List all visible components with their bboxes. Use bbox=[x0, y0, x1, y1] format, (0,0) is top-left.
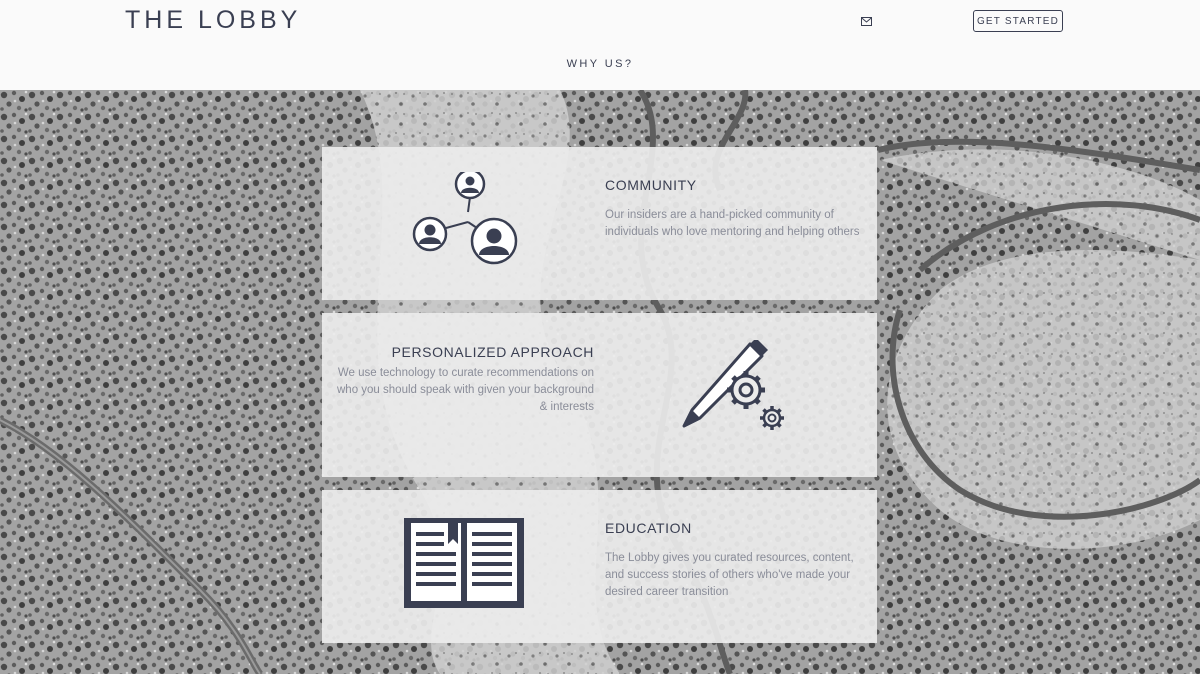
why-us-nav-link[interactable]: WHY US? bbox=[0, 58, 1200, 70]
personalized-approach-description: We use technology to curate recommendati… bbox=[337, 367, 594, 413]
pencil-gears-icon bbox=[682, 338, 792, 440]
education-title: EDUCATION bbox=[605, 520, 692, 536]
community-card: COMMUNITY Our insiders are a hand-picked… bbox=[322, 147, 877, 300]
education-description: The Lobby gives you curated resources, c… bbox=[605, 552, 854, 598]
site-logo[interactable]: THE LOBBY bbox=[125, 6, 301, 35]
envelope-icon bbox=[860, 16, 872, 26]
community-description: Our insiders are a hand-picked community… bbox=[605, 209, 860, 238]
get-started-button[interactable]: GET STARTED bbox=[973, 10, 1063, 32]
personalized-approach-title: PERSONALIZED APPROACH bbox=[391, 344, 594, 360]
community-network-icon bbox=[408, 168, 520, 277]
open-book-icon bbox=[402, 516, 526, 615]
personalized-approach-card: PERSONALIZED APPROACH We use technology … bbox=[322, 313, 877, 477]
hero-background: COMMUNITY Our insiders are a hand-picked… bbox=[0, 90, 1200, 674]
education-card: EDUCATION The Lobby gives you curated re… bbox=[322, 490, 877, 643]
community-title: COMMUNITY bbox=[605, 177, 697, 193]
mail-button[interactable] bbox=[855, 11, 877, 31]
site-header: THE LOBBY GET STARTED WHY US? bbox=[0, 0, 1200, 90]
